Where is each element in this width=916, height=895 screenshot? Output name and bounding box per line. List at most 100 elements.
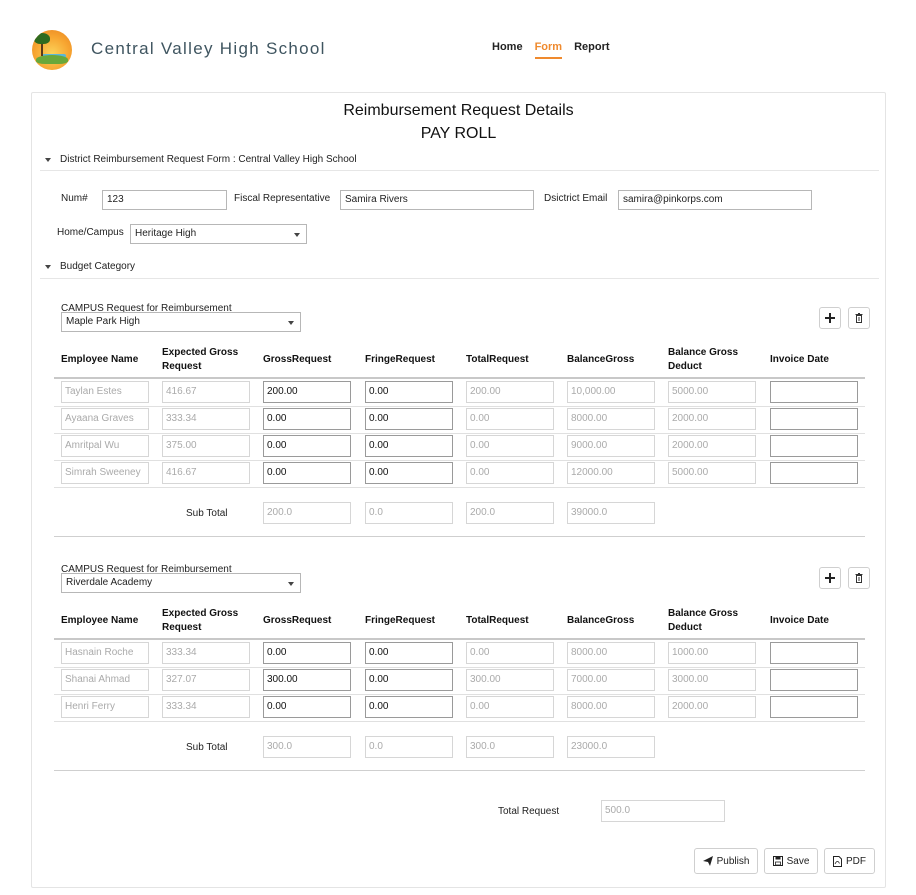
- col-gross-request: GrossRequest: [263, 615, 332, 626]
- app-header: Central Valley High School Home Form Rep…: [0, 0, 916, 92]
- nav-form[interactable]: Form: [534, 41, 563, 59]
- table-header-line: [54, 638, 865, 640]
- row-divider: [54, 406, 865, 407]
- col-balance-gross: BalanceGross: [567, 615, 635, 626]
- subtotal-divider: [54, 536, 865, 537]
- row-divider: [54, 694, 865, 695]
- employee-name-cell: Henri Ferry: [61, 696, 149, 718]
- col-fringe-request: FringeRequest: [365, 354, 436, 365]
- delete-campus-button[interactable]: [848, 307, 870, 329]
- home-campus-value: Heritage High: [135, 228, 197, 239]
- invoice-date-input[interactable]: [770, 696, 858, 718]
- fringe-request-input[interactable]: 0.00: [365, 696, 453, 718]
- chevron-down-icon: [288, 582, 294, 586]
- table-header-line: [54, 377, 865, 379]
- campus-select-value: Riverdale Academy: [66, 577, 153, 588]
- employee-name-cell: Taylan Estes: [61, 381, 149, 403]
- budget-section-heading: Budget Category: [60, 261, 136, 272]
- subtotal-label: Sub Total: [186, 742, 228, 753]
- campus-select[interactable]: Riverdale Academy: [61, 573, 301, 593]
- gross-request-input[interactable]: 0.00: [263, 435, 351, 457]
- gross-request-input[interactable]: 200.00: [263, 381, 351, 403]
- row-divider: [54, 460, 865, 461]
- fringe-request-input[interactable]: 0.00: [365, 462, 453, 484]
- subtotal-fringe: 0.0: [365, 502, 453, 524]
- paper-plane-icon: [702, 856, 713, 866]
- gross-request-input[interactable]: 0.00: [263, 696, 351, 718]
- campus-select-value: Maple Park High: [66, 316, 140, 327]
- col-employee-name: Employee Name: [61, 615, 139, 626]
- total-request-cell: 0.00: [466, 435, 554, 457]
- trash-icon: [855, 573, 863, 583]
- invoice-date-input[interactable]: [770, 462, 858, 484]
- district-section-toggle[interactable]: District Reimbursement Request Form : Ce…: [45, 154, 357, 165]
- form-card: Reimbursement Request Details PAY ROLL D…: [31, 92, 886, 888]
- col-gross-request: GrossRequest: [263, 354, 332, 365]
- total-request-cell: 0.00: [466, 408, 554, 430]
- employee-name-cell: Shanai Ahmad: [61, 669, 149, 691]
- campus-select[interactable]: Maple Park High: [61, 312, 301, 332]
- fringe-request-input[interactable]: 0.00: [365, 408, 453, 430]
- balance-gross-cell: 7000.00: [567, 669, 655, 691]
- balance-gross-deduct-cell: 2000.00: [668, 696, 756, 718]
- num-input[interactable]: 123: [102, 190, 227, 210]
- col-balance-gross-deduct: Balance Gross Deduct: [668, 347, 739, 372]
- fringe-request-input[interactable]: 0.00: [365, 381, 453, 403]
- balance-gross-cell: 10,000.00: [567, 381, 655, 403]
- total-request-cell: 300.00: [466, 669, 554, 691]
- plus-icon: [825, 573, 835, 583]
- invoice-date-input[interactable]: [770, 669, 858, 691]
- fringe-request-input[interactable]: 0.00: [365, 642, 453, 664]
- caret-down-icon: [45, 157, 51, 162]
- invoice-date-input[interactable]: [770, 381, 858, 403]
- employee-name-cell: Hasnain Roche: [61, 642, 149, 664]
- expected-gross-cell: 416.67: [162, 381, 250, 403]
- subtotal-total: 200.0: [466, 502, 554, 524]
- home-campus-select[interactable]: Heritage High: [130, 224, 307, 244]
- gross-request-input[interactable]: 0.00: [263, 408, 351, 430]
- balance-gross-deduct-cell: 5000.00: [668, 462, 756, 484]
- fiscal-rep-input[interactable]: Samira Rivers: [340, 190, 534, 210]
- add-row-button[interactable]: [819, 307, 841, 329]
- add-row-button[interactable]: [819, 567, 841, 589]
- budget-section-toggle[interactable]: Budget Category: [45, 261, 135, 272]
- invoice-date-input[interactable]: [770, 408, 858, 430]
- total-request-cell: 0.00: [466, 696, 554, 718]
- nav-home[interactable]: Home: [492, 41, 523, 59]
- pdf-button[interactable]: PDF: [824, 848, 875, 874]
- subtotal-total: 300.0: [466, 736, 554, 758]
- row-divider: [54, 667, 865, 668]
- plus-icon: [825, 313, 835, 323]
- invoice-date-input[interactable]: [770, 642, 858, 664]
- page-title: Reimbursement Request Details: [343, 102, 574, 119]
- chevron-down-icon: [294, 233, 300, 237]
- main-nav: Home Form Report: [492, 41, 610, 59]
- school-logo-icon[interactable]: [32, 30, 72, 70]
- pdf-label: PDF: [846, 855, 866, 867]
- subtotal-label: Sub Total: [186, 508, 228, 519]
- gross-request-input[interactable]: 0.00: [263, 642, 351, 664]
- district-email-label: Dsictrict Email: [544, 193, 608, 204]
- district-email-input[interactable]: samira@pinkorps.com: [618, 190, 812, 210]
- home-campus-label: Home/Campus: [57, 227, 124, 238]
- page-subtitle: PAY ROLL: [420, 125, 497, 142]
- delete-campus-button[interactable]: [848, 567, 870, 589]
- nav-report[interactable]: Report: [574, 41, 609, 59]
- gross-request-input[interactable]: 300.00: [263, 669, 351, 691]
- row-divider: [54, 487, 865, 488]
- row-divider: [54, 721, 865, 722]
- gross-request-input[interactable]: 0.00: [263, 462, 351, 484]
- save-button[interactable]: Save: [764, 848, 818, 874]
- invoice-date-input[interactable]: [770, 435, 858, 457]
- expected-gross-cell: 333.34: [162, 408, 250, 430]
- fringe-request-input[interactable]: 0.00: [365, 669, 453, 691]
- col-employee-name: Employee Name: [61, 354, 139, 365]
- publish-label: Publish: [716, 855, 750, 867]
- fringe-request-input[interactable]: 0.00: [365, 435, 453, 457]
- col-invoice-date: Invoice Date: [770, 615, 829, 626]
- col-total-request: TotalRequest: [466, 354, 529, 365]
- publish-button[interactable]: Publish: [694, 848, 758, 874]
- col-total-request: TotalRequest: [466, 615, 529, 626]
- subtotal-gross: 200.0: [263, 502, 351, 524]
- row-divider: [54, 433, 865, 434]
